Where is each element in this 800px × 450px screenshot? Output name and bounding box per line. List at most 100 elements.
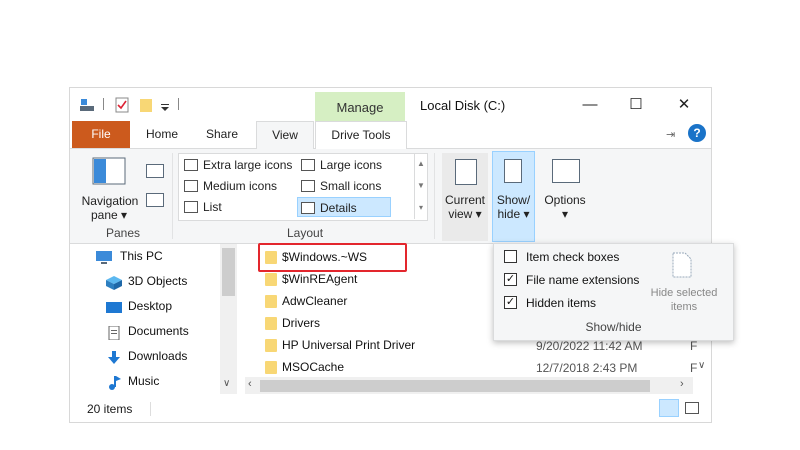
truncated-column: F	[690, 339, 698, 353]
desktop-icon	[106, 299, 122, 313]
current-view-icon	[455, 159, 477, 185]
music-icon	[106, 374, 122, 390]
folder-icon	[265, 339, 277, 352]
maximize-button[interactable]: ☐	[613, 90, 659, 120]
list-icon	[184, 201, 198, 213]
hidden-items-checkbox[interactable]: ✓	[504, 296, 517, 309]
options-button[interactable]: Options	[540, 193, 590, 207]
scroll-left-icon[interactable]: ‹	[248, 378, 252, 390]
folder-icon	[265, 361, 277, 374]
truncated-column: F	[690, 361, 698, 375]
nav-item-desktop[interactable]: Desktop	[106, 294, 172, 318]
list-item[interactable]: HP Universal Print Driver	[265, 334, 415, 356]
details-pane-icon[interactable]	[146, 193, 164, 207]
status-bar: 20 items	[70, 396, 711, 422]
properties-icon[interactable]	[115, 97, 129, 113]
date-modified: 9/20/2022 11:42 AM	[536, 339, 643, 353]
layout-gallery-scroll[interactable]: ▲ ▼ ▾	[414, 153, 427, 219]
show-hide-dropdown: hide ▾	[497, 207, 530, 221]
scroll-right-icon[interactable]: ›	[680, 378, 684, 390]
nav-item-downloads[interactable]: Downloads	[106, 344, 187, 368]
separator	[172, 153, 173, 239]
separator	[103, 98, 104, 110]
navigation-pane-icon[interactable]	[92, 157, 126, 187]
ribbon-view: Navigation pane ▾ Panes Extra large icon…	[70, 149, 711, 244]
hidden-items-option[interactable]: ✓ Hidden items	[504, 293, 596, 313]
options-dropdown-arrow[interactable]: ▾	[540, 207, 590, 221]
documents-icon	[106, 324, 122, 341]
tab-view[interactable]: View	[256, 121, 314, 149]
downloads-icon	[106, 349, 122, 364]
layout-small-icons[interactable]: Small icons	[298, 176, 381, 196]
navigation-pane: This PC 3D Objects Desktop Documents Dow…	[70, 244, 238, 394]
ribbon-tabs: File Home Share View Drive Tools ⇥ ?	[70, 121, 711, 149]
tab-manage[interactable]: Manage	[315, 92, 405, 121]
nav-scrollbar-thumb[interactable]	[222, 248, 235, 296]
file-name-extensions-checkbox[interactable]: ✓	[504, 273, 517, 286]
tab-drive-tools[interactable]: Drive Tools	[315, 121, 407, 149]
close-button[interactable]: ✕	[661, 90, 707, 120]
item-count: 20 items	[87, 402, 133, 416]
title-bar: Manage Local Disk (C:) — ☐ ✕	[70, 88, 711, 121]
details-view-icon[interactable]	[659, 399, 679, 417]
item-check-boxes-checkbox[interactable]	[504, 250, 517, 263]
tab-home[interactable]: Home	[138, 121, 186, 148]
this-pc-icon	[96, 249, 112, 264]
separator	[150, 402, 151, 416]
nav-item-documents[interactable]: Documents	[106, 319, 189, 343]
pin-ribbon-icon[interactable]: ⇥	[666, 128, 675, 141]
new-folder-icon[interactable]	[139, 97, 153, 113]
date-modified: 12/7/2018 2:43 PM	[536, 361, 638, 375]
list-item[interactable]: Drivers	[265, 312, 320, 334]
nav-item-3d-objects[interactable]: 3D Objects	[106, 269, 187, 293]
show-hide-panel: Item check boxes ✓ File name extensions …	[493, 243, 734, 341]
navigation-pane-label[interactable]: Navigation	[79, 194, 141, 208]
layout-details[interactable]: Details	[297, 197, 391, 217]
list-item[interactable]: MSOCache	[265, 356, 344, 378]
tab-share[interactable]: Share	[198, 121, 246, 148]
panes-group-label: Panes	[106, 226, 141, 240]
layout-extra-large-icons[interactable]: Extra large icons	[181, 155, 292, 175]
file-name-extensions-option[interactable]: ✓ File name extensions	[504, 270, 639, 290]
show-hide-group-label: Show/hide	[585, 320, 642, 334]
drive-icon	[78, 97, 96, 113]
separator	[178, 98, 179, 110]
navigation-pane-dropdown[interactable]: pane ▾	[84, 208, 134, 222]
minimize-button[interactable]: —	[567, 90, 613, 120]
preview-pane-icon[interactable]	[146, 164, 164, 178]
current-view-label: Current	[444, 193, 485, 207]
highlight-box	[258, 243, 407, 272]
layout-large-icons[interactable]: Large icons	[298, 155, 382, 175]
hide-selected-items-button[interactable]: Hide selected items	[642, 286, 726, 314]
separator	[434, 153, 435, 239]
small-icons-icon	[301, 180, 315, 192]
hide-selected-items-icon[interactable]	[672, 252, 692, 278]
medium-icons-icon	[184, 180, 198, 192]
show-hide-label: Show/	[496, 193, 531, 207]
list-scroll-down-icon[interactable]: ∨	[698, 360, 705, 371]
folder-icon	[265, 273, 277, 286]
layout-group-label: Layout	[287, 226, 324, 240]
folder-icon	[265, 295, 277, 308]
layout-list[interactable]: List	[181, 197, 222, 217]
horizontal-scrollbar-thumb[interactable]	[260, 380, 650, 392]
extra-large-icons-icon	[184, 159, 198, 171]
options-icon[interactable]	[552, 159, 580, 183]
window-title: Local Disk (C:)	[420, 98, 506, 113]
show-hide-icon	[504, 159, 522, 183]
current-view-dropdown: view ▾	[448, 207, 482, 221]
large-icons-icon	[301, 159, 315, 171]
3d-objects-icon	[106, 274, 122, 290]
details-icon	[301, 202, 315, 214]
nav-item-this-pc[interactable]: This PC	[96, 244, 163, 268]
list-item[interactable]: AdwCleaner	[265, 290, 347, 312]
customize-toolbar-icon[interactable]	[160, 97, 170, 113]
large-icons-view-icon[interactable]	[685, 402, 699, 414]
help-icon[interactable]: ?	[688, 124, 706, 142]
item-check-boxes-option[interactable]: Item check boxes	[504, 247, 619, 267]
nav-scroll-down-icon[interactable]: ∨	[223, 378, 230, 389]
folder-icon	[265, 317, 277, 330]
layout-medium-icons[interactable]: Medium icons	[181, 176, 277, 196]
nav-item-music[interactable]: Music	[106, 369, 159, 393]
tab-file[interactable]: File	[72, 121, 130, 148]
